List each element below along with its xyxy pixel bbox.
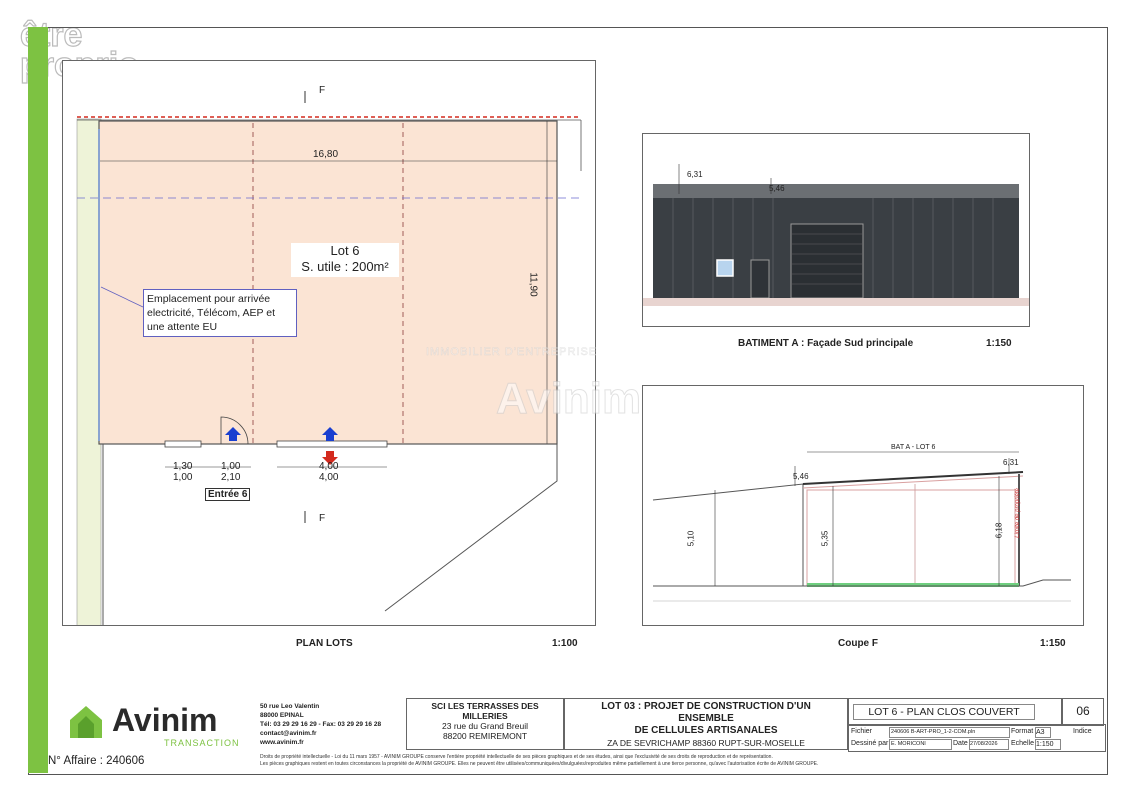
section-caption: Coupe F — [838, 638, 878, 649]
section-height-right: 6,31 — [1003, 458, 1019, 467]
address-line: 88000 EPINAL — [260, 712, 304, 719]
section-vert-2: 5,35 — [820, 530, 830, 547]
facade-garage-door — [790, 223, 864, 299]
facade-drawing — [643, 164, 1029, 306]
client-line: MILLERIES — [462, 711, 508, 721]
affaire-number: N° Affaire : 240606 — [48, 755, 145, 767]
facade-caption: BATIMENT A : Façade Sud principale — [738, 338, 914, 349]
surface-label: S. utile : 200m² — [301, 259, 389, 274]
address-line: Tél: 03 29 29 16 29 - Fax: 03 29 29 16 2… — [260, 721, 382, 728]
sheet-number: 06 — [1076, 704, 1090, 718]
note-leader — [100, 286, 144, 308]
plan-scale: 1:100 — [552, 638, 578, 649]
lot-label: Lot 6 — [330, 243, 360, 258]
plan-green-strip — [76, 118, 102, 625]
facade-height-1: 6,31 — [687, 170, 703, 179]
section-height-left: 5,46 — [793, 472, 809, 481]
date-label: Date — [953, 740, 968, 747]
dim-door-1-bottom: 1,00 — [173, 472, 193, 483]
section-mark-bottom: F — [319, 513, 326, 524]
fichier-value: 240606 B-ART-PRO_1-2-COM.pln — [889, 727, 1010, 738]
project-line: DE CELLULES ARTISANALES — [634, 725, 778, 736]
plan-drawing — [76, 91, 582, 625]
address-line: 50 rue Leo Valentin — [260, 703, 320, 710]
sheet-title: LOT 6 - PLAN CLOS COUVERT — [853, 704, 1035, 720]
dim-door-2-top: 1,00 — [221, 461, 241, 472]
facade-panel: 6,31 5,46 — [642, 133, 1030, 327]
entrance-label: Entrée 6 — [205, 488, 251, 501]
width-dimension: 16,80 — [313, 149, 339, 160]
height-dimension: 11,90 — [527, 272, 539, 297]
section-panel: BAT A - LOT 6 5,46 6,31 5,10 5,35 6,18 L… — [642, 385, 1084, 626]
green-margin-bar — [28, 27, 48, 773]
tb-sheet-no-cell: 06 — [1062, 698, 1104, 726]
section-vert-1: 5,10 — [686, 530, 696, 547]
agency-watermark-brand: Avinim — [495, 374, 642, 424]
format-value: A3 — [1035, 727, 1051, 738]
tb-sheet-title-cell: LOT 6 - PLAN CLOS COUVERT — [848, 698, 1062, 726]
dim-door-1-top: 1,30 — [173, 461, 193, 472]
tb-project-cell: LOT 03 : PROJET DE CONSTRUCTION D'UN ENS… — [564, 698, 848, 750]
facade-scale: 1:150 — [986, 338, 1012, 349]
client-line: SCI LES TERRASSES DES — [431, 701, 539, 711]
date-value: 27/08/2026 — [969, 739, 1009, 750]
section-mark-top: F — [319, 85, 326, 96]
project-line: ENSEMBLE — [678, 713, 734, 724]
utilities-note: Emplacement pour arrivée electricité, Té… — [143, 289, 297, 337]
dessine-value: E. MORICONI — [889, 739, 952, 750]
dessine-label: Dessiné par — [851, 740, 889, 747]
legal-notice-1: Droits de propriété intellectuelle - Loi… — [260, 754, 773, 760]
dim-gate-top: 4,00 — [319, 461, 339, 472]
echelle-value: 1:150 — [1035, 739, 1061, 750]
plan-caption: PLAN LOTS — [296, 638, 353, 649]
facade-height-2: 5,46 — [769, 184, 785, 193]
indice-label: Indice — [1073, 728, 1092, 735]
client-line: 23 rue du Grand Breuil — [442, 721, 528, 731]
address-line: contact@avinim.fr — [260, 730, 317, 737]
title-block: Avinim TRANSACTION 50 rue Leo Valentin 8… — [48, 696, 1106, 773]
client-line: 88200 REMIREMONT — [442, 731, 528, 741]
brand-name: Avinim — [112, 702, 218, 738]
avinim-logo-icon — [70, 706, 102, 738]
facade-door — [750, 259, 770, 299]
facade-window — [716, 259, 734, 277]
tb-logo-cell: Avinim TRANSACTION — [52, 698, 256, 750]
dim-door-2-bottom: 2,10 — [221, 472, 241, 483]
plan-panel: F F 16,80 11,90 Lot 6 S. utile : 200m² E… — [62, 60, 596, 626]
agency-watermark-line: IMMOBILIER D'ENTREPRISE — [426, 346, 598, 359]
dim-gate-bottom: 4,00 — [319, 472, 339, 483]
brand-sub: TRANSACTION — [164, 738, 240, 748]
project-line: LOT 03 : PROJET DE CONSTRUCTION D'UN — [601, 701, 811, 712]
fichier-label: Fichier — [851, 728, 873, 735]
format-label: Format — [1011, 728, 1034, 735]
tb-client-cell: SCI LES TERRASSES DES MILLERIES 23 rue d… — [406, 698, 564, 750]
section-vert-3: 6,18 — [994, 522, 1004, 539]
echelle-label: Echelle — [1011, 740, 1034, 747]
address-line: www.avinim.fr — [260, 739, 304, 746]
section-scale: 1:150 — [1040, 638, 1066, 649]
section-label: BAT A - LOT 6 — [891, 444, 936, 451]
project-address: ZA DE SEVRICHAMP 88360 RUPT-SUR-MOSELLE — [607, 738, 805, 748]
legal-notice-2: Les pièces graphiques restent en toutes … — [260, 761, 819, 767]
lot-label-box: Lot 6 S. utile : 200m² — [291, 243, 399, 277]
agency-address: 50 rue Leo Valentin 88000 EPINAL Tél: 03… — [260, 702, 410, 747]
tb-meta: Fichier 240606 B-ART-PRO_1-2-COM.pln For… — [848, 724, 1106, 752]
property-limit-label: Limite de propriété — [1014, 488, 1021, 538]
